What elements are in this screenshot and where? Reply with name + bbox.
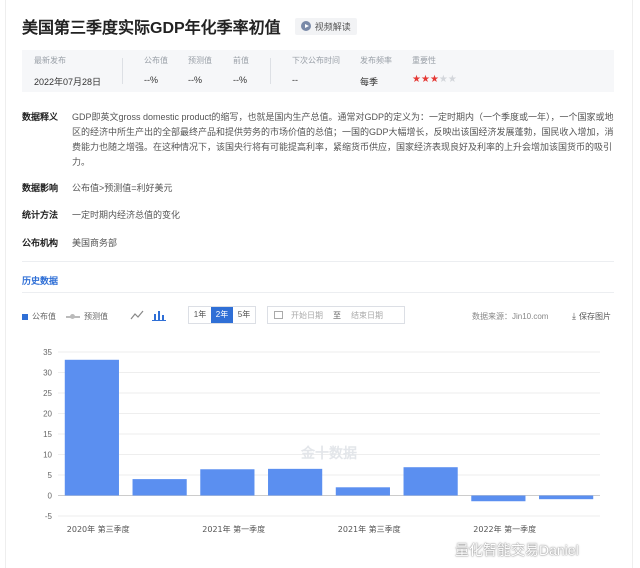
- date-range-picker[interactable]: 开始日期 至 结束日期: [267, 306, 405, 324]
- next-label: 下次公布时间: [292, 56, 340, 65]
- star-icon: ★: [412, 74, 421, 85]
- y-tick-label: 15: [43, 430, 52, 439]
- x-tick-label: 2022年 第一季度: [473, 524, 536, 534]
- impact-text: 公布值>预测值=利好美元: [72, 183, 173, 193]
- legend-swatch: [22, 313, 28, 320]
- y-tick-label: 5: [48, 471, 53, 480]
- range-option-0[interactable]: 1年: [189, 307, 211, 323]
- video-explain-label: 视频解读: [314, 21, 351, 32]
- latest-value: 2022年07月28日: [34, 77, 102, 87]
- divider: [22, 261, 614, 262]
- footer-watermark: 量化智能交易Daniel: [455, 542, 579, 558]
- download-icon: ⤓: [572, 311, 576, 321]
- star-icon: ★: [438, 74, 448, 85]
- legend-published[interactable]: 公布值: [22, 311, 56, 322]
- next-value: --: [292, 75, 298, 85]
- star-icon: ★: [420, 74, 430, 85]
- y-tick-label: -5: [45, 512, 53, 521]
- save-image-label: 保存图片: [578, 312, 611, 321]
- gdp-bar-chart: 35 30 25 20 15 10 5 0 -5 金十数据 2020年 第三季度 2021年 第一季度…: [43, 348, 600, 534]
- method-text: 一定时期内经济总值的变化: [72, 210, 181, 220]
- divider: [270, 58, 271, 84]
- history-tab[interactable]: 历史数据: [22, 274, 58, 287]
- save-image-button[interactable]: ⤓ 保存图片: [572, 311, 611, 322]
- frequency-value: 每季: [360, 77, 379, 87]
- bar-4: [335, 487, 390, 496]
- video-explain-button[interactable]: 视频解读: [294, 17, 357, 35]
- importance-label: 重要性: [412, 56, 436, 65]
- y-tick-label: 30: [43, 369, 52, 378]
- legend-forecast-label: 预测值: [84, 312, 108, 321]
- impact-label: 数据影响: [22, 183, 59, 193]
- y-tick-label: 35: [43, 348, 52, 357]
- forecast-value: --%: [188, 75, 202, 85]
- range-option-1[interactable]: 2年: [211, 307, 233, 323]
- x-tick-label: 2021年 第一季度: [202, 524, 265, 534]
- forecast-value-block: 预测值 --%: [188, 50, 212, 92]
- page-title: 美国第三季度实际GDP年化季率初值: [22, 20, 281, 37]
- forecast-label: 预测值: [188, 56, 212, 65]
- bar-3: [268, 468, 323, 496]
- end-date-input[interactable]: 结束日期: [351, 310, 383, 321]
- latest-label: 最新发布: [34, 56, 66, 65]
- agency-text: 美国商务部: [72, 238, 118, 248]
- frequency-block: 发布频率 每季: [360, 50, 392, 92]
- definition-text: GDP即英文gross domestic product的缩写，也就是国内生产总…: [72, 112, 614, 167]
- bar-1: [132, 479, 187, 496]
- importance-stars: ★★★★★: [412, 74, 457, 85]
- next-release-block: 下次公布时间 --: [292, 50, 340, 92]
- latest-release: 最新发布 2022年07月28日: [34, 50, 101, 92]
- x-tick-label: 2021年 第三季度: [338, 524, 401, 534]
- divider: [22, 292, 614, 293]
- frequency-label: 发布频率: [360, 56, 392, 65]
- y-tick-label: 0: [48, 492, 53, 501]
- importance-block: 重要性 ★★★★★: [412, 50, 457, 92]
- start-date-input[interactable]: 开始日期: [291, 310, 323, 321]
- title-row: 美国第三季度实际GDP年化季率初值 视频解读: [22, 14, 357, 38]
- divider: [122, 58, 123, 84]
- chart-toolbar: 公布值 预测值 1年 2年 5年 开始日期 至 结束日期 数据来源：Jin10.co…: [22, 306, 614, 326]
- chart-watermark: 金十数据: [300, 445, 357, 462]
- published-label: 公布值: [144, 56, 168, 65]
- play-icon: [300, 21, 311, 31]
- method-label: 统计方法: [22, 210, 59, 220]
- x-tick-label: 2020年 第三季度: [67, 524, 130, 534]
- agency-label: 公布机构: [22, 238, 59, 248]
- date-to-label: 至: [333, 310, 341, 320]
- bar-5: [403, 467, 458, 496]
- star-icon: ★: [429, 74, 439, 85]
- star-icon: ★: [447, 74, 457, 85]
- calendar-icon: [274, 311, 283, 319]
- y-tick-label: 25: [43, 389, 52, 398]
- definition-label: 数据释义: [22, 112, 59, 122]
- y-tick-label: 10: [43, 451, 52, 460]
- bar-0: [64, 359, 119, 496]
- previous-value-block: 前值 --%: [233, 50, 249, 92]
- legend-line-swatch: [66, 313, 80, 319]
- range-selector: 1年 2年 5年: [188, 306, 256, 324]
- bar-2: [200, 469, 255, 496]
- published-value: --%: [144, 75, 158, 85]
- range-option-2[interactable]: 5年: [233, 307, 255, 323]
- legend-published-label: 公布值: [32, 312, 56, 321]
- published-value-block: 公布值 --%: [144, 50, 168, 92]
- legend-forecast[interactable]: 预测值: [66, 311, 108, 322]
- bar-chart-icon[interactable]: [152, 309, 166, 321]
- bar-7: [539, 495, 594, 500]
- y-tick-label: 20: [43, 410, 52, 419]
- info-bar: 最新发布 2022年07月28日 公布值 --% 预测值 --% 前值 --% …: [22, 50, 614, 92]
- previous-value: --%: [233, 75, 247, 85]
- line-chart-icon[interactable]: [130, 309, 144, 321]
- previous-label: 前值: [233, 56, 249, 65]
- bar-6: [471, 495, 526, 502]
- data-source: 数据来源：Jin10.com: [472, 312, 549, 321]
